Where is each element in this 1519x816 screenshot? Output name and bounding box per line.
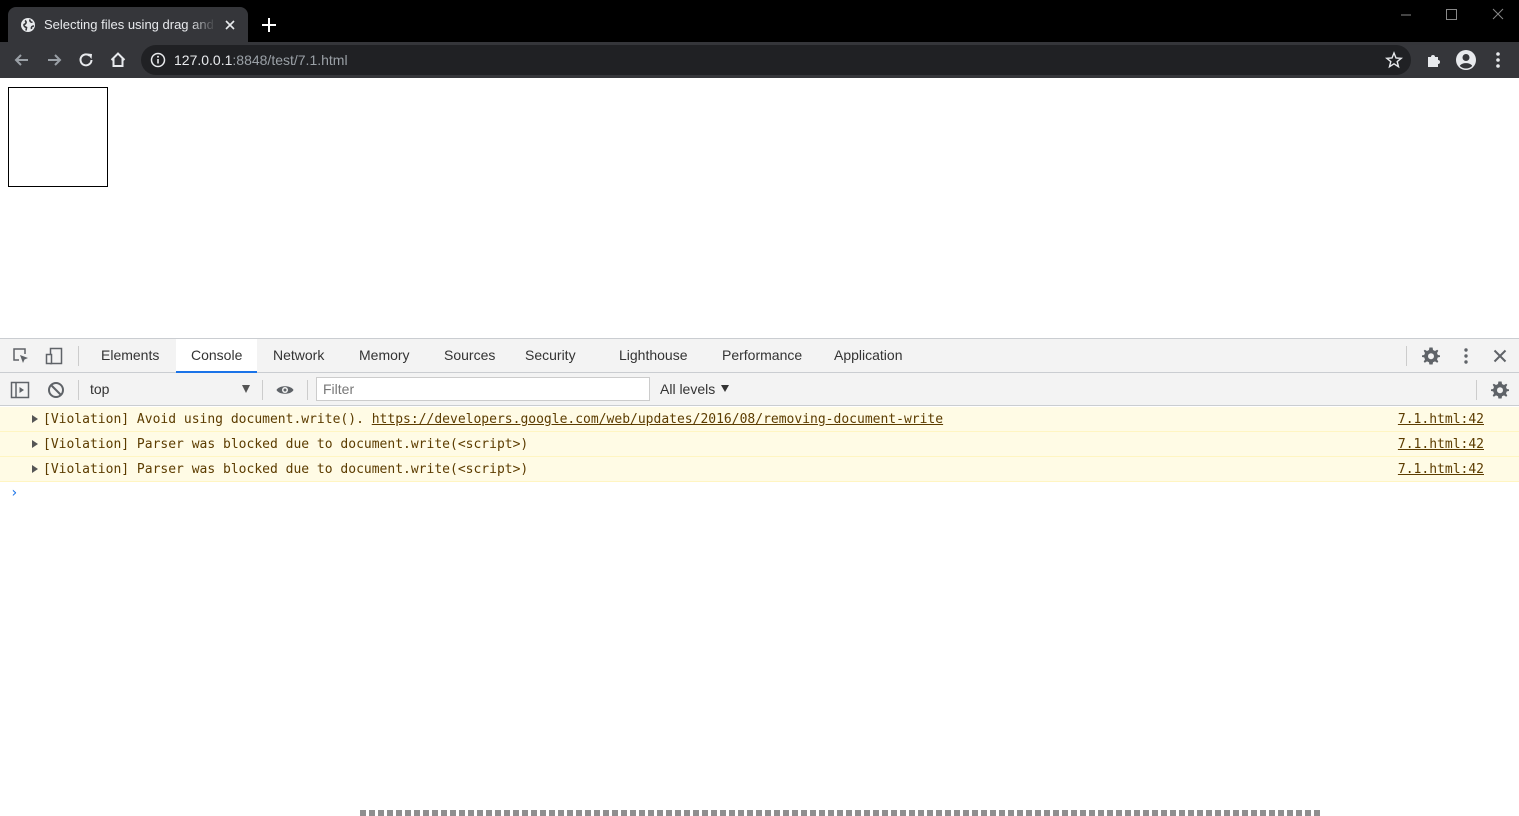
browser-menu-icon[interactable] xyxy=(1487,49,1509,71)
expand-triangle-icon[interactable] xyxy=(32,415,38,423)
live-expression-eye-icon[interactable] xyxy=(275,380,295,400)
console-messages: [Violation] Avoid using document.write()… xyxy=(0,407,1519,506)
info-icon[interactable] xyxy=(150,52,166,68)
device-toolbar-icon[interactable] xyxy=(44,346,64,366)
inspect-element-icon[interactable] xyxy=(11,346,31,366)
tab-console[interactable]: Console xyxy=(176,339,258,373)
url-host: 127.0.0.1 xyxy=(174,52,233,68)
tab-title: Selecting files using drag and drop xyxy=(44,17,216,32)
expand-triangle-icon[interactable] xyxy=(32,465,38,473)
close-tab-icon[interactable] xyxy=(222,17,238,33)
message-source-link[interactable]: 7.1.html:42 xyxy=(1398,412,1484,427)
toolbar-divider xyxy=(307,380,308,400)
devtools-panel: Elements Console Network Memory Sources … xyxy=(0,338,1519,816)
devtools-tabbar: Elements Console Network Memory Sources … xyxy=(0,339,1519,373)
toolbar-divider xyxy=(78,380,79,400)
execution-context-select[interactable]: top xyxy=(84,378,256,400)
extensions-puzzle-icon[interactable] xyxy=(1423,49,1445,71)
home-icon[interactable] xyxy=(108,50,128,70)
console-settings-gear-icon[interactable] xyxy=(1490,380,1510,400)
browser-titlebar: Selecting files using drag and drop xyxy=(0,0,1519,42)
message-source-link[interactable]: 7.1.html:42 xyxy=(1398,437,1484,452)
tab-performance[interactable]: Performance xyxy=(722,339,802,373)
tab-sources[interactable]: Sources xyxy=(444,339,495,373)
message-text: [Violation] Avoid using document.write()… xyxy=(43,412,943,427)
message-text: [Violation] Parser was blocked due to do… xyxy=(43,437,529,452)
tab-memory[interactable]: Memory xyxy=(359,339,410,373)
console-message-warning[interactable]: [Violation] Parser was blocked due to do… xyxy=(0,457,1519,482)
clear-console-icon[interactable] xyxy=(46,380,66,400)
address-bar[interactable]: 127.0.0.1:8848/test/7.1.html xyxy=(141,45,1411,75)
reload-icon[interactable] xyxy=(76,50,96,70)
tab-lighthouse[interactable]: Lighthouse xyxy=(619,339,688,373)
forward-arrow-icon[interactable] xyxy=(44,50,64,70)
cut-off-content xyxy=(360,810,1320,816)
url-path: :8848/test/7.1.html xyxy=(232,52,348,68)
browser-toolbar: 127.0.0.1:8848/test/7.1.html xyxy=(0,42,1519,78)
expand-triangle-icon[interactable] xyxy=(32,440,38,448)
chevron-down-icon xyxy=(242,385,250,393)
browser-tab[interactable]: Selecting files using drag and drop xyxy=(8,7,248,42)
profile-avatar-icon[interactable] xyxy=(1455,49,1477,71)
tab-application[interactable]: Application xyxy=(834,339,903,373)
context-value: top xyxy=(90,381,110,397)
new-tab-icon[interactable] xyxy=(259,15,279,35)
console-message-warning[interactable]: [Violation] Parser was blocked due to do… xyxy=(0,432,1519,457)
toolbar-divider xyxy=(262,380,263,400)
globe-icon xyxy=(21,17,35,32)
drop-zone[interactable] xyxy=(8,87,108,187)
toolbar-divider xyxy=(1406,346,1407,366)
back-arrow-icon[interactable] xyxy=(12,50,32,70)
close-window-icon[interactable] xyxy=(1486,4,1510,26)
console-message-warning[interactable]: [Violation] Avoid using document.write()… xyxy=(0,407,1519,432)
url-text: 127.0.0.1:8848/test/7.1.html xyxy=(174,52,348,68)
toolbar-divider xyxy=(78,346,79,366)
message-text: [Violation] Parser was blocked due to do… xyxy=(43,462,529,477)
maximize-icon[interactable] xyxy=(1439,4,1463,26)
close-devtools-icon[interactable] xyxy=(1490,346,1510,366)
log-levels-label: All levels xyxy=(660,381,716,397)
prompt-chevron-icon: › xyxy=(10,485,19,501)
message-body: [Violation] Avoid using document.write()… xyxy=(43,412,364,427)
settings-gear-icon[interactable] xyxy=(1421,346,1441,366)
message-link[interactable]: https://developers.google.com/web/update… xyxy=(372,412,943,427)
chevron-down-icon xyxy=(721,385,730,392)
tab-elements[interactable]: Elements xyxy=(101,339,159,373)
devtools-menu-icon[interactable] xyxy=(1456,346,1476,366)
page-viewport xyxy=(0,78,1519,338)
minimize-icon[interactable] xyxy=(1394,4,1418,26)
console-filter-input[interactable] xyxy=(316,377,650,401)
console-prompt[interactable]: › xyxy=(0,482,1519,506)
tab-security[interactable]: Security xyxy=(525,339,576,373)
console-toolbar: top All levels xyxy=(0,373,1519,406)
console-sidebar-icon[interactable] xyxy=(10,380,30,400)
toolbar-divider xyxy=(1476,380,1477,400)
log-levels-dropdown[interactable]: All levels xyxy=(660,381,730,397)
tab-network[interactable]: Network xyxy=(273,339,324,373)
message-source-link[interactable]: 7.1.html:42 xyxy=(1398,462,1484,477)
bookmark-star-icon[interactable] xyxy=(1385,51,1403,69)
